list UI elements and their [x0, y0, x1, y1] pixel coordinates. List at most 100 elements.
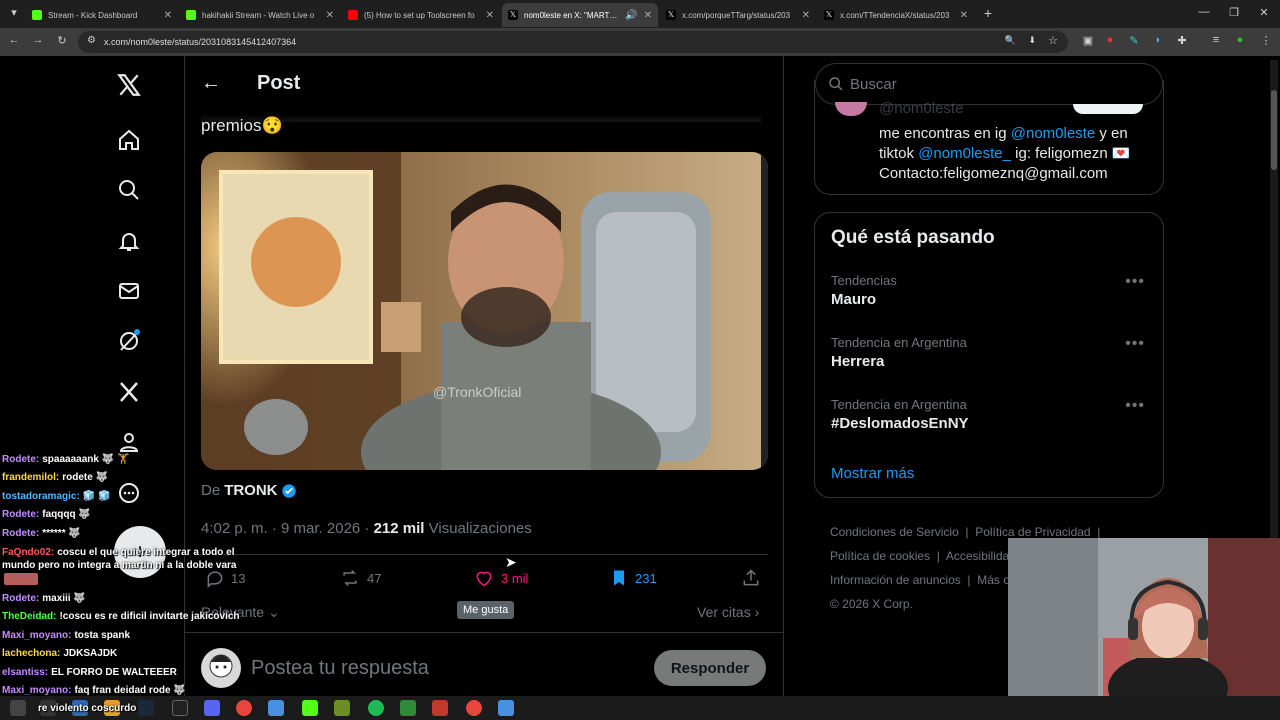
- close-icon[interactable]: ✕: [644, 10, 652, 21]
- browser-tab[interactable]: (5) How to set up Toolscreen fo ✕: [342, 3, 500, 27]
- reading-list-icon[interactable]: ≡: [1208, 34, 1224, 46]
- footer-link[interactable]: Condiciones de Servicio: [830, 525, 959, 539]
- more-circle-icon[interactable]: [114, 478, 144, 508]
- view-quotes-label: Ver citas: [697, 604, 751, 620]
- browser-tab[interactable]: Stream - Kick Dashboard ✕: [26, 3, 178, 27]
- app-icon[interactable]: [400, 700, 416, 716]
- home-icon[interactable]: [114, 125, 144, 155]
- x-logo-icon[interactable]: [114, 70, 144, 100]
- scrollbar-thumb[interactable]: [1271, 90, 1277, 170]
- chat-text: JDKSAJDK: [63, 648, 118, 659]
- site-info-icon[interactable]: ⚙: [87, 35, 96, 46]
- profile-icon[interactable]: [114, 427, 144, 457]
- extensions-puzzle-icon[interactable]: ✚: [1174, 34, 1190, 47]
- extension-icon[interactable]: ✎: [1126, 34, 1142, 47]
- like-button[interactable]: 3 mil: [473, 568, 528, 588]
- address-bar[interactable]: ⚙ x.com/nom0leste/status/203108314541240…: [78, 31, 1068, 53]
- bookmark-star-icon[interactable]: ☆: [1048, 34, 1058, 47]
- grok-icon[interactable]: [114, 326, 144, 356]
- chat-username: Rodete:: [2, 509, 40, 520]
- view-quotes-link[interactable]: Ver citas ›: [697, 604, 759, 620]
- notifications-bell-icon[interactable]: [114, 226, 144, 256]
- chat-message: Rodete: ****** 🐺: [2, 528, 81, 539]
- menu-icon[interactable]: ⋮: [1258, 34, 1274, 47]
- steam-icon[interactable]: [138, 700, 154, 716]
- install-icon[interactable]: ⬇: [1028, 35, 1036, 46]
- chat-message: elsantiss: EL FORRO DE WALTEEER: [2, 667, 177, 678]
- window-close-icon[interactable]: ✕: [1256, 6, 1272, 19]
- bio-mention-link[interactable]: @nom0leste_: [918, 145, 1011, 162]
- post-timestamp[interactable]: 4:02 p. m. · 9 mar. 2026 ·: [201, 520, 369, 537]
- profile-avatar[interactable]: [835, 102, 867, 116]
- search-icon[interactable]: [114, 175, 144, 205]
- footer-link[interactable]: Accesibilidad: [946, 549, 1016, 563]
- trend-item[interactable]: Tendencia en Argentina #DeslomadosEnNY: [831, 397, 1149, 432]
- reload-icon[interactable]: ↻: [54, 34, 70, 47]
- minecraft-icon[interactable]: [334, 700, 350, 716]
- more-dots-icon[interactable]: •••: [1125, 273, 1145, 291]
- chat-message: Rodete: maxiii 🐺: [2, 593, 86, 604]
- reply-button[interactable]: 13: [205, 568, 245, 588]
- user-avatar[interactable]: [201, 648, 241, 688]
- obs-icon[interactable]: [172, 700, 188, 716]
- reply-input[interactable]: Postea tu respuesta: [251, 657, 429, 680]
- close-icon[interactable]: ✕: [164, 10, 172, 21]
- repost-count: 47: [367, 570, 382, 586]
- more-dots-icon[interactable]: •••: [1125, 335, 1145, 353]
- chat-username: FaQndo02:: [2, 547, 55, 558]
- trend-item[interactable]: Tendencia en Argentina Herrera: [831, 335, 1149, 370]
- zoom-icon[interactable]: 🔍: [1005, 35, 1016, 46]
- chat-message: Rodete: faqqqq 🐺: [2, 509, 91, 520]
- close-icon[interactable]: ✕: [802, 10, 810, 21]
- repost-button[interactable]: 47: [339, 568, 381, 588]
- chat-text: coscu el que quiere integrar a todo el: [57, 547, 235, 558]
- start-icon[interactable]: [10, 700, 26, 716]
- minimize-icon[interactable]: —: [1196, 6, 1212, 18]
- share-button[interactable]: [741, 568, 767, 588]
- kick-icon[interactable]: [302, 700, 318, 716]
- follow-button[interactable]: [1073, 104, 1143, 114]
- new-tab-button[interactable]: +: [980, 5, 996, 21]
- browser-tab[interactable]: 𝕏 x.com/TTendenciaX/status/203 ✕: [818, 3, 974, 27]
- app-icon[interactable]: [268, 700, 284, 716]
- footer-link[interactable]: Información de anuncios: [830, 573, 961, 587]
- chrome-icon[interactable]: [236, 700, 252, 716]
- app-icon[interactable]: [498, 700, 514, 716]
- trends-card: Qué está pasando Tendencias Mauro ••• Te…: [814, 212, 1164, 498]
- show-more-link[interactable]: Mostrar más: [831, 465, 914, 482]
- os-taskbar: [0, 696, 1280, 720]
- back-icon[interactable]: ←: [6, 34, 22, 46]
- premium-x-icon[interactable]: [114, 377, 144, 407]
- bio-mention-link[interactable]: @nom0leste: [1011, 125, 1095, 142]
- close-icon[interactable]: ✕: [486, 10, 494, 21]
- back-arrow-icon[interactable]: ←: [201, 72, 221, 95]
- footer-link[interactable]: Política de cookies: [830, 549, 930, 563]
- discord-icon[interactable]: [204, 700, 220, 716]
- audio-icon[interactable]: 🔊: [625, 10, 637, 21]
- chrome-icon[interactable]: [466, 700, 482, 716]
- tab-title: nom0leste en X: "MARTIN C: [524, 10, 620, 20]
- post-video[interactable]: @TronkOficial: [201, 152, 768, 470]
- browser-tab[interactable]: 𝕏 x.com/porqueTTarg/status/203 ✕: [660, 3, 816, 27]
- browser-tab-active[interactable]: 𝕏 nom0leste en X: "MARTIN C 🔊 ✕: [502, 3, 658, 27]
- extension-icon[interactable]: ▣: [1080, 34, 1096, 47]
- messages-envelope-icon[interactable]: [114, 276, 144, 306]
- spotify-icon[interactable]: [368, 700, 384, 716]
- tab-title: hakihakii Stream - Watch Live o: [202, 10, 315, 20]
- bookmark-button[interactable]: 231: [609, 568, 657, 588]
- voicemod-icon[interactable]: [432, 700, 448, 716]
- profile-avatar-icon[interactable]: ●: [1232, 34, 1248, 46]
- restore-icon[interactable]: ❐: [1226, 6, 1242, 19]
- reply-submit-button[interactable]: Responder: [654, 650, 766, 686]
- forward-icon[interactable]: →: [30, 34, 46, 46]
- trend-item[interactable]: Tendencias Mauro: [831, 273, 1149, 308]
- close-icon[interactable]: ✕: [326, 10, 334, 21]
- source-name-link[interactable]: TRONK: [224, 482, 277, 499]
- browser-tab[interactable]: hakihakii Stream - Watch Live o ✕: [180, 3, 340, 27]
- extension-icon[interactable]: ◗: [1150, 34, 1166, 46]
- close-icon[interactable]: ✕: [960, 10, 968, 21]
- tab-search-icon[interactable]: ▾: [6, 6, 22, 19]
- footer-link[interactable]: Política de Privacidad: [975, 525, 1090, 539]
- extension-icon[interactable]: ●: [1102, 34, 1118, 46]
- more-dots-icon[interactable]: •••: [1125, 397, 1145, 415]
